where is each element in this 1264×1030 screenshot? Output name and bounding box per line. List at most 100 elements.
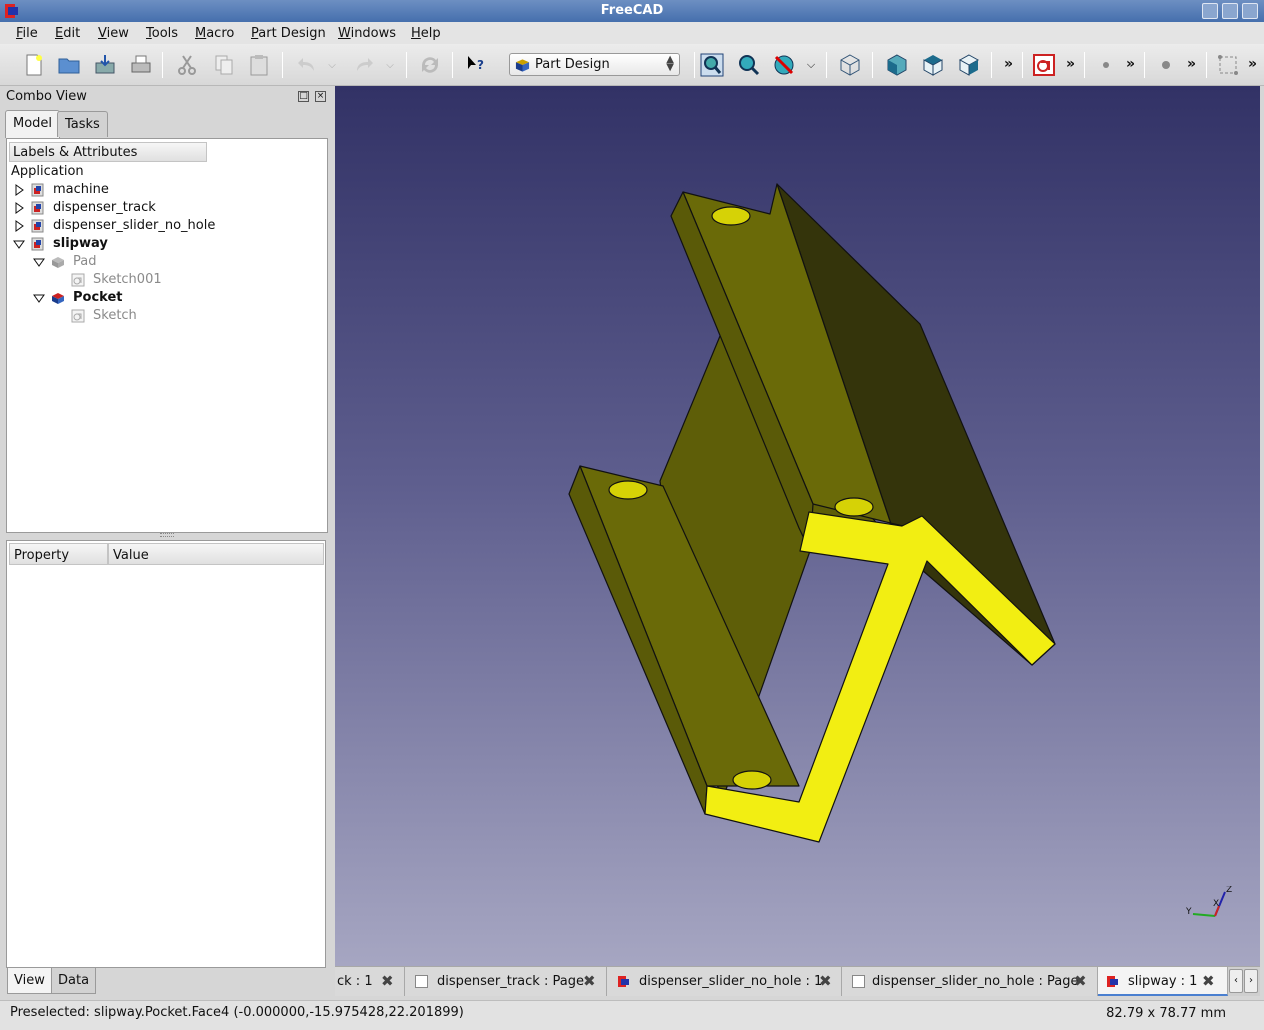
draw-style-icon bbox=[774, 55, 794, 75]
draw-style-dropdown[interactable]: ⌵ bbox=[800, 51, 822, 79]
toolbar-overflow-button[interactable]: » bbox=[1004, 56, 1013, 72]
tree-item-label: dispenser_slider_no_hole bbox=[53, 218, 216, 233]
float-dock-button[interactable]: □ bbox=[298, 91, 309, 102]
slipway-model[interactable] bbox=[335, 86, 1260, 966]
tree-item-pocket[interactable]: Pocket bbox=[7, 290, 307, 308]
menu-edit[interactable]: Edit bbox=[55, 26, 80, 41]
doc-tab-dispenser-track-page[interactable]: dispenser_track : Page ✖ bbox=[405, 967, 607, 996]
close-dock-button[interactable]: × bbox=[315, 91, 326, 102]
close-icon[interactable]: ✖ bbox=[381, 972, 394, 990]
undo-button[interactable] bbox=[293, 51, 321, 79]
tab-data[interactable]: Data bbox=[51, 968, 97, 994]
copy-button[interactable] bbox=[210, 51, 238, 79]
tab-scroll-right-button[interactable]: › bbox=[1244, 969, 1258, 993]
undo-dropdown[interactable]: ⌵ bbox=[322, 51, 342, 79]
tree-item-dispenser-track[interactable]: dispenser_track bbox=[7, 200, 307, 218]
maximize-button[interactable] bbox=[1222, 3, 1238, 19]
tab-scroll-left-button[interactable]: ‹ bbox=[1229, 969, 1243, 993]
chevron-down-icon: ⌵ bbox=[328, 59, 336, 71]
redo-button[interactable] bbox=[350, 51, 378, 79]
close-icon[interactable]: ✖ bbox=[1074, 972, 1087, 990]
close-icon[interactable]: ✖ bbox=[1202, 972, 1215, 990]
selection-grid-icon bbox=[1218, 55, 1238, 75]
collapse-arrow-icon bbox=[33, 294, 45, 303]
select-constraints-button[interactable] bbox=[1214, 51, 1242, 79]
toolbar-overflow-button[interactable]: » bbox=[1187, 56, 1196, 72]
tree-column-header[interactable]: Labels & Attributes bbox=[9, 142, 207, 162]
open-button[interactable] bbox=[55, 51, 83, 79]
tree-item-sketch[interactable]: Sketch bbox=[7, 308, 307, 326]
redo-dropdown[interactable]: ⌵ bbox=[380, 51, 400, 79]
close-window-button[interactable] bbox=[1242, 3, 1258, 19]
tree-item-machine[interactable]: machine bbox=[7, 182, 307, 200]
menu-view[interactable]: View bbox=[98, 26, 129, 41]
model-hole[interactable] bbox=[608, 480, 648, 500]
doc-tab-slipway-view[interactable]: slipway : 1 ✖ bbox=[1098, 967, 1228, 996]
create-sketch-button[interactable] bbox=[1030, 51, 1058, 79]
toolbar-overflow-button[interactable]: » bbox=[1248, 56, 1257, 72]
collapse-arrow-icon bbox=[13, 240, 25, 249]
fit-selection-button[interactable] bbox=[734, 51, 762, 79]
model-hole[interactable] bbox=[732, 770, 772, 790]
view-axonometric-button[interactable] bbox=[836, 51, 864, 79]
toolbar-separator bbox=[1206, 52, 1207, 78]
toolbar-overflow-button[interactable]: » bbox=[1066, 56, 1075, 72]
value-column-header[interactable]: Value bbox=[108, 543, 324, 565]
sketch-icon bbox=[71, 273, 85, 287]
draw-style-button[interactable] bbox=[770, 51, 798, 79]
doc-tab-dispenser-slider-page[interactable]: dispenser_slider_no_hole : Page ✖ bbox=[842, 967, 1098, 996]
tab-view[interactable]: View bbox=[7, 968, 52, 994]
tree-item-pad[interactable]: Pad bbox=[7, 254, 307, 272]
document-icon bbox=[31, 201, 44, 215]
menu-tools[interactable]: Tools bbox=[146, 26, 178, 41]
pad-feature-icon bbox=[52, 257, 64, 268]
tree-item-slipway[interactable]: slipway bbox=[7, 236, 307, 254]
pocket-feature-icon bbox=[52, 293, 64, 304]
tree-item-dispenser-slider-no-hole[interactable]: dispenser_slider_no_hole bbox=[7, 218, 323, 236]
toolbar-separator bbox=[162, 52, 163, 78]
geometry-point-button[interactable] bbox=[1152, 51, 1180, 79]
panel-splitter-handle[interactable] bbox=[160, 533, 174, 537]
view-right-button[interactable] bbox=[955, 51, 983, 79]
menu-windows[interactable]: Windows bbox=[338, 26, 396, 41]
model-hole[interactable] bbox=[711, 206, 751, 226]
workbench-selector[interactable]: Part Design ▲ ▼ bbox=[509, 53, 680, 76]
minimize-button[interactable] bbox=[1202, 3, 1218, 19]
dimension-readout: 82.79 x 78.77 mm bbox=[1106, 1006, 1226, 1021]
refresh-icon bbox=[422, 57, 438, 73]
save-button[interactable] bbox=[91, 51, 119, 79]
menu-file[interactable]: File bbox=[16, 26, 38, 41]
tab-model[interactable]: Model bbox=[5, 110, 61, 138]
axis-cross-indicator: Z Y X bbox=[1185, 886, 1232, 917]
view-top-button[interactable] bbox=[919, 51, 947, 79]
tree-item-sketch001[interactable]: Sketch001 bbox=[7, 272, 307, 290]
sketch-icon bbox=[1033, 54, 1055, 76]
page-icon bbox=[415, 975, 428, 988]
fit-all-button[interactable] bbox=[698, 51, 726, 79]
paste-button[interactable] bbox=[245, 51, 273, 79]
refresh-button[interactable] bbox=[416, 51, 444, 79]
menu-part-design[interactable]: Part Design bbox=[251, 26, 326, 41]
constraint-point-button[interactable] bbox=[1092, 51, 1120, 79]
doc-tab-machine-view[interactable]: ck : 1 ✖ bbox=[335, 967, 405, 996]
new-document-button[interactable] bbox=[20, 51, 48, 79]
menu-macro[interactable]: Macro bbox=[195, 26, 234, 41]
close-icon[interactable]: ✖ bbox=[819, 972, 832, 990]
view-front-button[interactable] bbox=[883, 51, 911, 79]
zoom-selection-icon bbox=[739, 55, 760, 76]
menu-help[interactable]: Help bbox=[411, 26, 441, 41]
doc-tab-dispenser-slider-view[interactable]: dispenser_slider_no_hole : 1 ✖ bbox=[607, 967, 842, 996]
toolbar-overflow-button[interactable]: » bbox=[1126, 56, 1135, 72]
print-button[interactable] bbox=[127, 51, 155, 79]
point-icon bbox=[1162, 61, 1170, 69]
tab-tasks[interactable]: Tasks bbox=[57, 111, 108, 137]
model-hole[interactable] bbox=[834, 497, 874, 517]
3d-viewport[interactable]: Z Y X bbox=[335, 86, 1260, 966]
whats-this-button[interactable]: ? bbox=[462, 51, 490, 79]
close-icon[interactable]: ✖ bbox=[583, 972, 596, 990]
doc-tab-label: dispenser_track : Page bbox=[437, 974, 584, 989]
property-column-header[interactable]: Property bbox=[9, 543, 108, 565]
redo-icon bbox=[357, 58, 373, 71]
cut-button[interactable] bbox=[173, 51, 201, 79]
tree-item-label: machine bbox=[53, 182, 109, 197]
